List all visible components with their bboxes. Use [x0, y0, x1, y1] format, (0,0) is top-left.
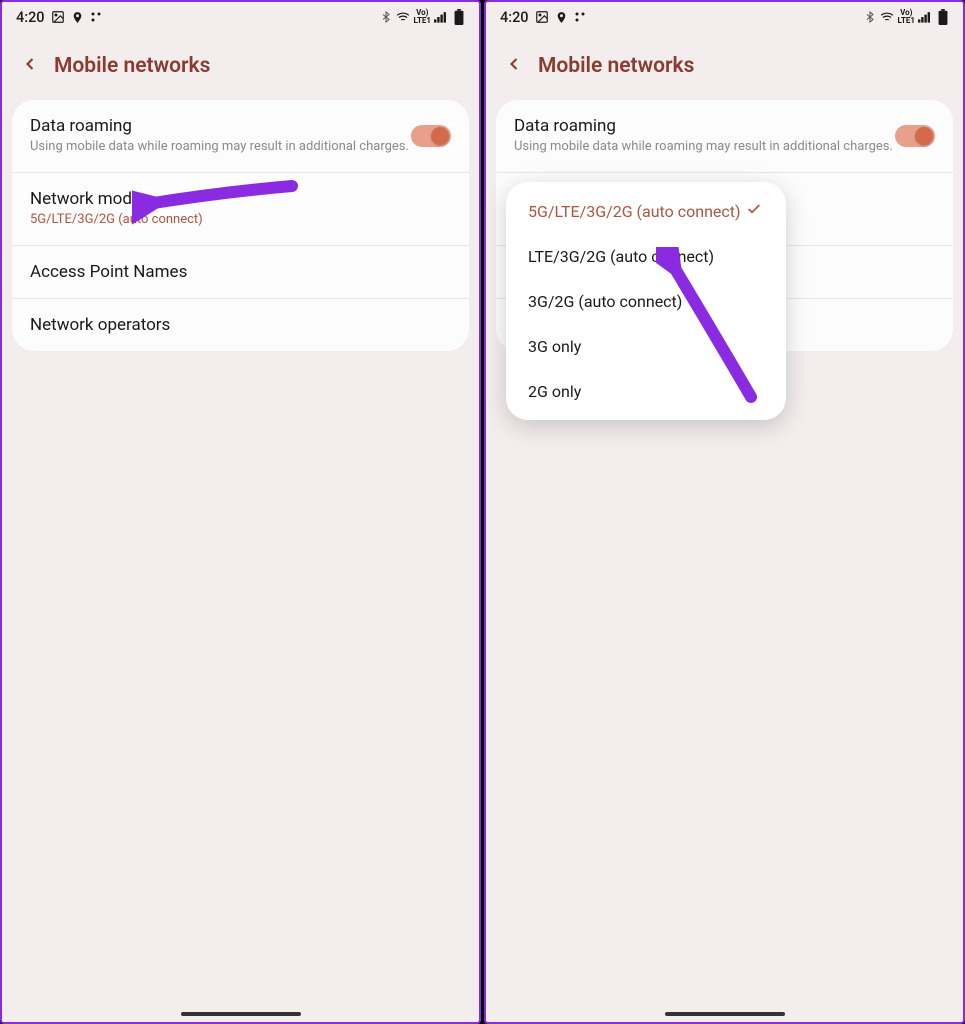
popup-option-2g[interactable]: 2G only [506, 369, 786, 414]
page-title: Mobile networks [538, 54, 694, 78]
row-label: Data roaming [514, 116, 895, 136]
option-label: 3G/2G (auto connect) [528, 292, 682, 311]
signal-icon [434, 10, 450, 24]
back-icon[interactable] [504, 54, 524, 78]
network-mode-popup: 5G/LTE/3G/2G (auto connect) LTE/3G/2G (a… [506, 182, 786, 420]
more-icon [90, 11, 102, 23]
popup-option-3g2g[interactable]: 3G/2G (auto connect) [506, 279, 786, 324]
settings-list: Data roaming Using mobile data while roa… [12, 100, 469, 351]
row-label: Data roaming [30, 116, 411, 136]
page-header: Mobile networks [486, 32, 963, 100]
popup-option-5g[interactable]: 5G/LTE/3G/2G (auto connect) [506, 188, 786, 234]
option-label: 5G/LTE/3G/2G (auto connect) [528, 202, 741, 221]
row-apn[interactable]: Access Point Names [12, 246, 469, 299]
signal-icon [918, 10, 934, 24]
status-bar: 4:20 Vo)LTE1 [486, 2, 963, 32]
row-sublabel: Using mobile data while roaming may resu… [30, 139, 411, 156]
bluetooth-icon [380, 10, 392, 24]
left-screenshot: 4:20 Vo)LTE1 Mobile networks Data roamin… [0, 0, 481, 1024]
bluetooth-icon [864, 10, 876, 24]
battery-icon [937, 9, 949, 25]
clock-text: 4:20 [500, 9, 529, 26]
location-icon [71, 11, 84, 24]
check-icon [744, 201, 764, 221]
more-icon [574, 11, 586, 23]
row-label: Network operators [30, 315, 451, 335]
page-header: Mobile networks [2, 32, 479, 100]
roaming-toggle[interactable] [895, 125, 935, 147]
popup-option-lte[interactable]: LTE/3G/2G (auto connect) [506, 234, 786, 279]
back-icon[interactable] [20, 54, 40, 78]
row-sublabel: Using mobile data while roaming may resu… [514, 139, 895, 156]
popup-option-3g[interactable]: 3G only [506, 324, 786, 369]
wifi-icon [395, 10, 411, 24]
wifi-icon [879, 10, 895, 24]
home-indicator[interactable] [665, 1012, 785, 1016]
status-bar: 4:20 Vo)LTE1 [2, 2, 479, 32]
home-indicator[interactable] [181, 1012, 301, 1016]
row-data-roaming[interactable]: Data roaming Using mobile data while roa… [12, 100, 469, 173]
row-label: Network mode [30, 189, 451, 209]
row-operators[interactable]: Network operators [12, 299, 469, 351]
option-label: LTE/3G/2G (auto connect) [528, 247, 714, 266]
right-screenshot: 4:20 Vo)LTE1 Mobile networks Data roamin… [484, 0, 965, 1024]
page-title: Mobile networks [54, 54, 210, 78]
battery-icon [453, 9, 465, 25]
lte-label: Vo)LTE1 [898, 9, 916, 25]
option-label: 2G only [528, 382, 581, 401]
option-label: 3G only [528, 337, 581, 356]
image-icon [535, 10, 549, 24]
clock-text: 4:20 [16, 9, 45, 26]
location-icon [555, 11, 568, 24]
roaming-toggle[interactable] [411, 125, 451, 147]
lte-label: Vo)LTE1 [414, 9, 432, 25]
row-label: Access Point Names [30, 262, 451, 282]
row-value: 5G/LTE/3G/2G (auto connect) [30, 212, 451, 229]
row-data-roaming[interactable]: Data roaming Using mobile data while roa… [496, 100, 953, 173]
row-network-mode[interactable]: Network mode 5G/LTE/3G/2G (auto connect) [12, 173, 469, 246]
image-icon [51, 10, 65, 24]
